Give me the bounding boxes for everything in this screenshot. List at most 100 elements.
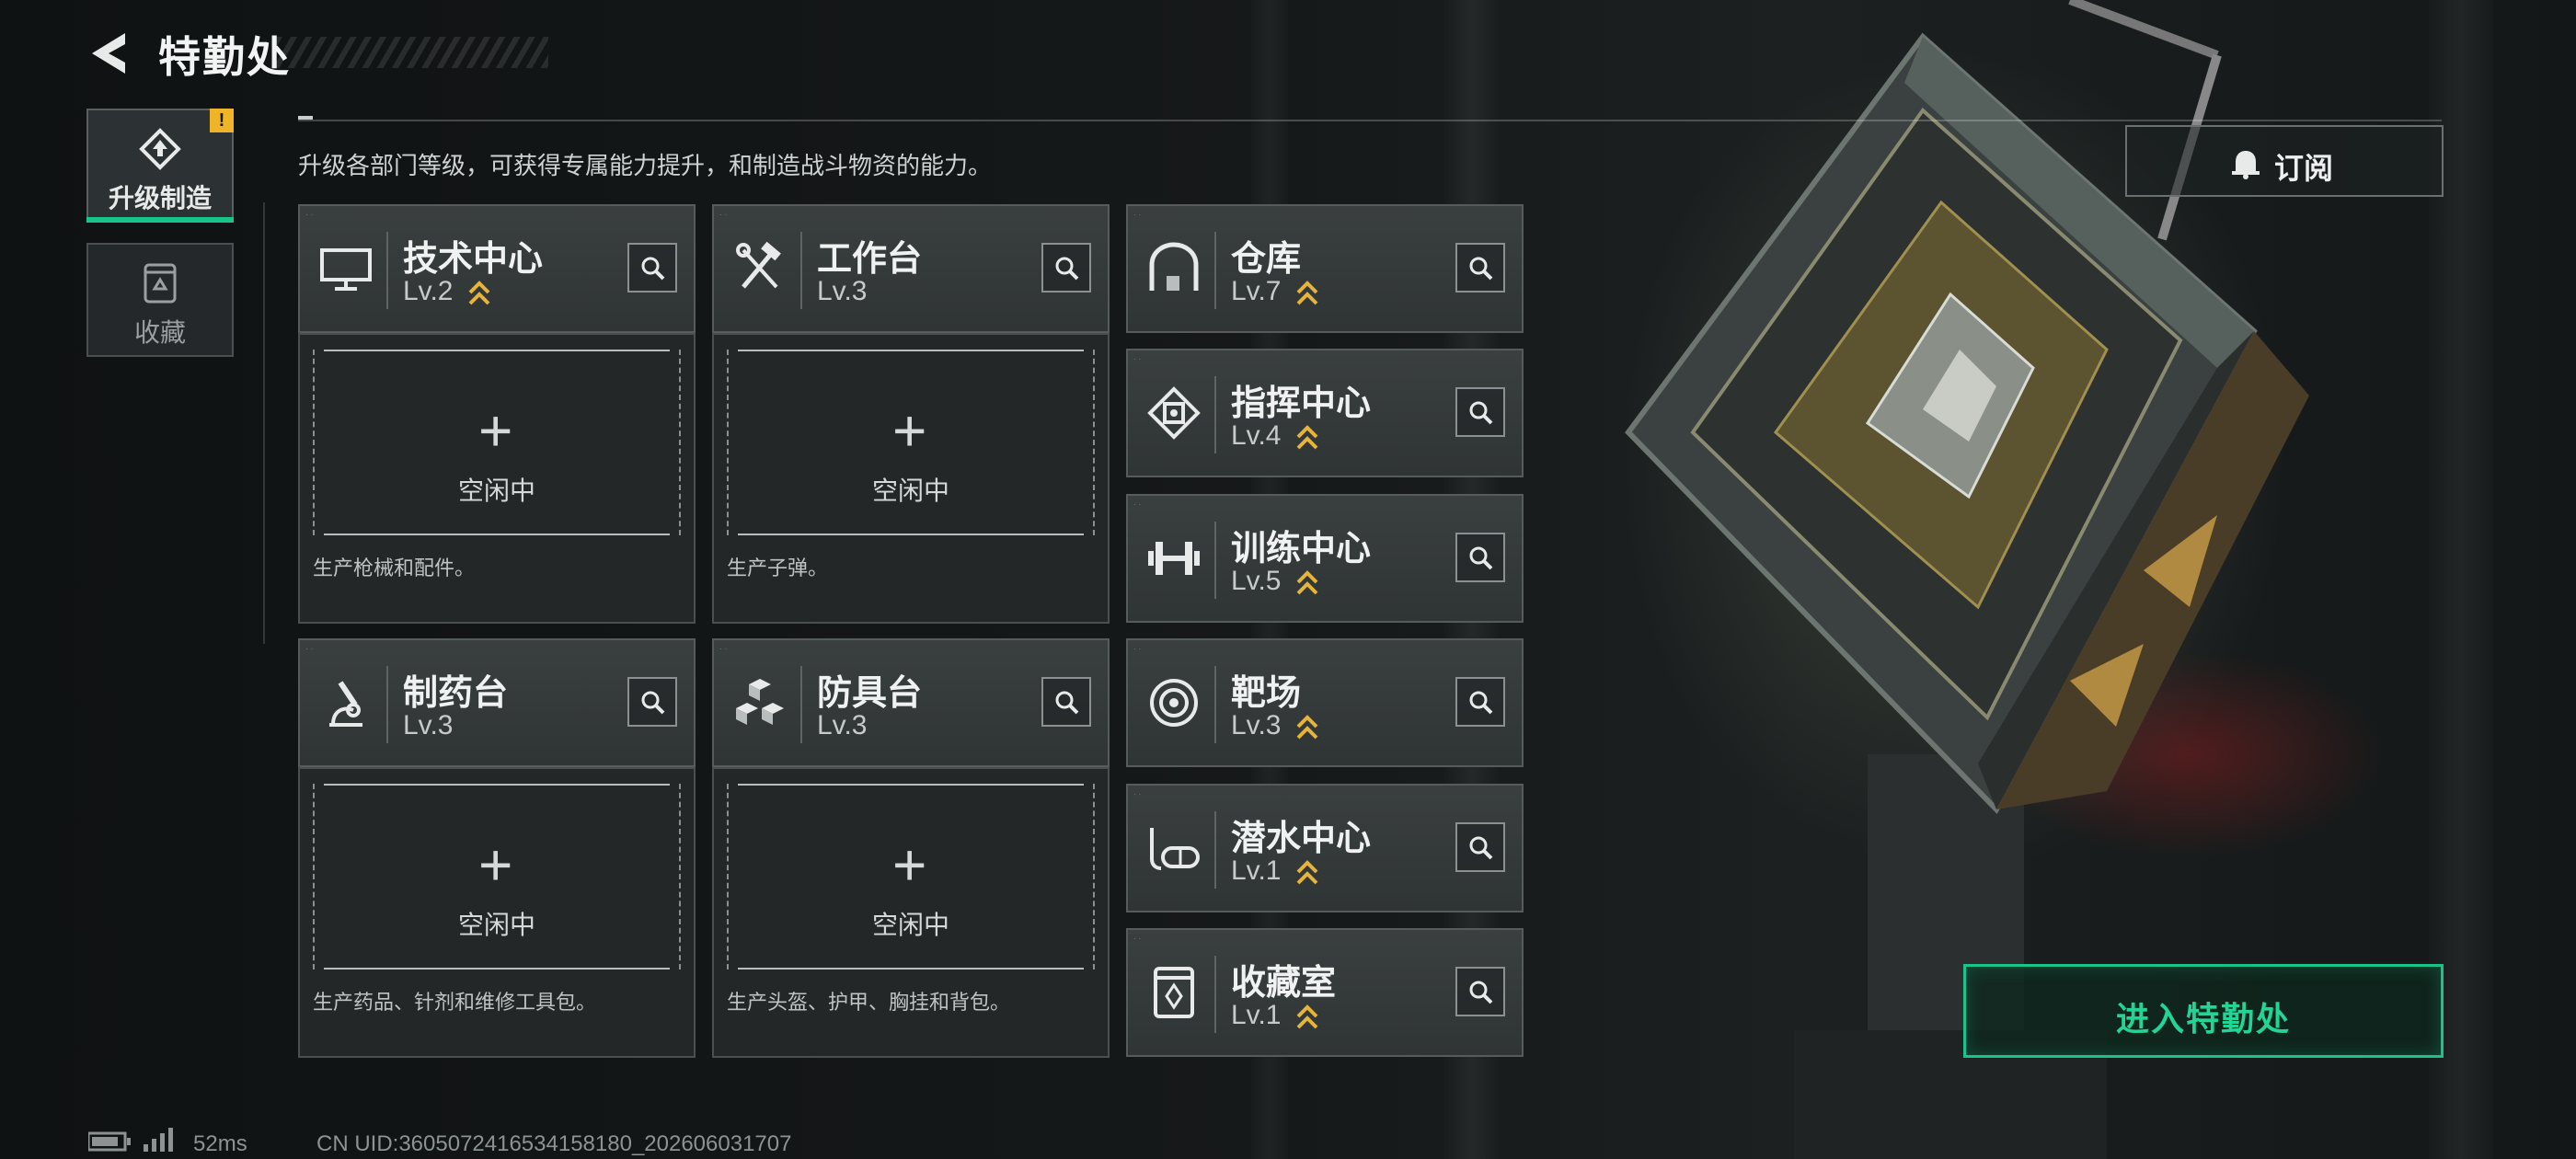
slot-description: 生产子弹。 [727,557,829,580]
facility-card-shooting-range[interactable]: · · 靶场 Lv.3 [1126,638,1524,767]
add-production-button[interactable]: + 空闲中 [313,350,681,535]
facility-search-button[interactable] [1455,822,1505,872]
facility-search-button[interactable] [1455,967,1505,1016]
facility-name: 工作台 [817,240,923,279]
slot-status: 空闲中 [871,911,949,939]
plus-icon: + [478,832,513,898]
plus-icon: + [892,397,927,464]
left-rail-decoration [263,202,265,644]
enter-label: 进入特勤处 [2115,1000,2291,1038]
facility-search-button[interactable] [1455,677,1505,727]
title-stripes-decoration [276,37,548,68]
search-icon [1469,546,1493,570]
slot-description: 生产药品、针剂和维修工具包。 [313,991,597,1014]
facility-search-button[interactable] [1041,243,1091,293]
display-case-icon [1154,967,1194,1018]
search-icon [1469,981,1493,1004]
facility-search-button[interactable] [627,677,677,727]
upgrade-chevron-icon [1296,715,1318,740]
facility-card-collection-room[interactable]: · · 收藏室 Lv.1 [1126,928,1524,1057]
page-title: 特勤处 [158,33,291,81]
add-production-button[interactable]: + 空闲中 [313,784,681,970]
ping-readout: 52ms [193,1131,247,1156]
search-icon [641,691,665,715]
page-subtitle: 升级各部门等级，可获得专属能力提升，和制造战斗物资的能力。 [298,152,993,179]
plus-icon: + [478,397,513,464]
upgrade-chevron-icon [1296,860,1318,885]
upgrade-chevron-icon [1296,570,1318,595]
facility-search-button[interactable] [627,243,677,293]
production-slot-workbench: + 空闲中 生产子弹。 [712,333,1110,624]
facility-name: 指挥中心 [1231,384,1372,423]
facility-level: Lv.1 [1231,855,1282,886]
facility-level: Lv.1 [1231,1000,1282,1030]
facility-name: 潜水中心 [1231,820,1372,858]
warehouse-icon [1149,242,1199,291]
tab-collection[interactable]: 收藏 [86,243,234,357]
top-divider-tick [298,116,313,120]
facility-search-button[interactable] [1455,243,1505,293]
search-icon [1469,401,1493,425]
facility-name: 收藏室 [1231,964,1337,1003]
production-slot-tech-center: + 空闲中 生产枪械和配件。 [298,333,696,624]
facility-card-training-center[interactable]: · · 训练中心 Lv.5 [1126,494,1524,623]
slot-status: 空闲中 [457,476,535,505]
bell-icon [2232,151,2260,179]
facility-search-button[interactable] [1455,387,1505,437]
facility-name: 制药台 [403,674,509,713]
facility-search-button[interactable] [1455,533,1505,582]
add-production-button[interactable]: + 空闲中 [727,350,1095,535]
facility-card-command-center[interactable]: · · 指挥中心 Lv.4 [1126,349,1524,477]
tab-label: 收藏 [133,318,186,347]
facility-card-diving-center[interactable]: · · 潜水中心 Lv.1 [1126,784,1524,912]
facility-card-workbench[interactable]: · · 工作台 Lv.3 [712,204,1110,333]
tab-label: 升级制造 [108,184,212,212]
enter-special-ops-button[interactable]: 进入特勤处 [1963,964,2444,1058]
facility-card-tech-center[interactable]: · · 技术中心 Lv.2 [298,204,696,333]
cubes-icon [736,679,784,725]
facility-name: 仓库 [1231,240,1302,279]
facility-level: Lv.2 [403,276,454,306]
facility-level: Lv.3 [403,710,454,740]
facility-name: 技术中心 [403,240,544,279]
upgrade-chevron-icon [1296,1004,1318,1029]
facility-level: Lv.3 [817,276,868,306]
slot-description: 生产枪械和配件。 [313,557,476,580]
upgrade-chevron-icon [468,281,490,305]
chip-icon [1147,386,1201,440]
plus-icon: + [892,832,927,898]
upgrade-chevron-icon [1296,281,1318,305]
facility-level: Lv.4 [1231,420,1282,451]
search-icon [1469,836,1493,860]
facility-level: Lv.5 [1231,566,1282,596]
user-uid: CN UID:3605072416534158180_202606031707 [316,1131,792,1156]
slot-status: 空闲中 [871,476,949,505]
monitor-icon [320,248,372,291]
search-icon [1055,257,1079,281]
back-button[interactable] [85,28,136,79]
back-arrow-icon [92,33,125,74]
facility-name: 训练中心 [1231,530,1372,568]
dumbbell-icon [1148,542,1200,575]
facility-card-armor-bench[interactable]: · · 防具台 Lv.3 [712,638,1110,767]
facility-card-warehouse[interactable]: · · 仓库 Lv.7 [1126,204,1524,333]
slot-description: 生产头盔、护甲、胸挂和背包。 [727,991,1011,1014]
add-production-button[interactable]: + 空闲中 [727,784,1095,970]
subscribe-button[interactable]: 订阅 [2125,125,2444,197]
collection-trash-icon [144,263,177,304]
facility-card-pharmacy[interactable]: · · 制药台 Lv.3 [298,638,696,767]
upgrade-chevron-icon [1296,425,1318,450]
tab-upgrade-manufacture[interactable]: 升级制造 ! [86,109,234,223]
hammer-wrench-icon [736,241,781,289]
upgrade-diamond-icon [139,128,181,170]
battery-signal-icon [88,1128,173,1152]
facility-level: Lv.7 [1231,276,1282,306]
top-divider [298,120,2442,121]
facility-search-button[interactable] [1041,677,1091,727]
search-icon [1469,257,1493,281]
facility-level: Lv.3 [817,710,868,740]
alert-badge: ! [210,109,234,132]
facility-name: 防具台 [817,674,923,713]
search-icon [1469,691,1493,715]
subscribe-label: 订阅 [2274,152,2334,185]
